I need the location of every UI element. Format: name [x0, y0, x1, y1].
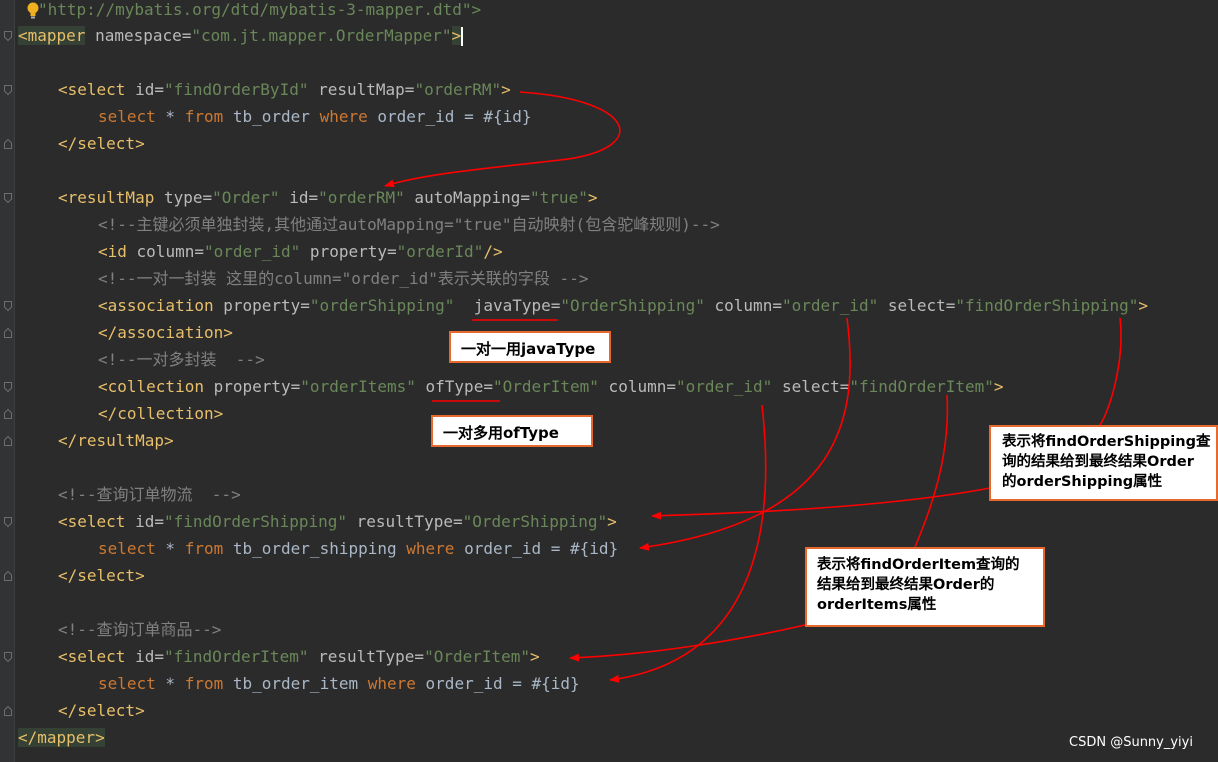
annotation-text: 询的结果给到最终结果Order — [1002, 454, 1194, 470]
annotation-text: 的orderShipping属性 — [1002, 474, 1163, 490]
annotation-text: orderItems属性 — [817, 597, 937, 613]
arrow-select-to-findordershipping — [1099, 317, 1122, 426]
annotation-text: 一对一用javaType — [461, 340, 596, 358]
annotation-text: 表示将findOrderShipping查 — [1002, 434, 1211, 450]
arrow-column-to-shipping-where — [639, 317, 851, 551]
annotation-one-to-one: 一对一用javaType — [449, 331, 611, 363]
annotation-one-to-many: 一对多用ofType — [431, 415, 593, 447]
annotation-arrows — [384, 91, 1122, 683]
annotation-item-note: 表示将findOrderItem查询的 结果给到最终结果Order的 order… — [805, 547, 1045, 627]
arrow-resultmap-link — [384, 91, 621, 188]
arrow-select-to-findorderitem — [914, 394, 949, 548]
arrow-column-to-item-where — [609, 404, 767, 683]
annotation-text: 结果给到最终结果Order的 — [817, 577, 995, 593]
annotation-text: 表示将findOrderItem查询的 — [817, 557, 1020, 573]
annotation-text: 一对多用ofType — [443, 424, 559, 442]
watermark: CSDN @Sunny_yiyi — [1069, 735, 1193, 750]
arrow-note-to-findordershipping — [651, 487, 991, 520]
annotation-shipping-note: 表示将findOrderShipping查 询的结果给到最终结果Order 的o… — [989, 425, 1218, 501]
